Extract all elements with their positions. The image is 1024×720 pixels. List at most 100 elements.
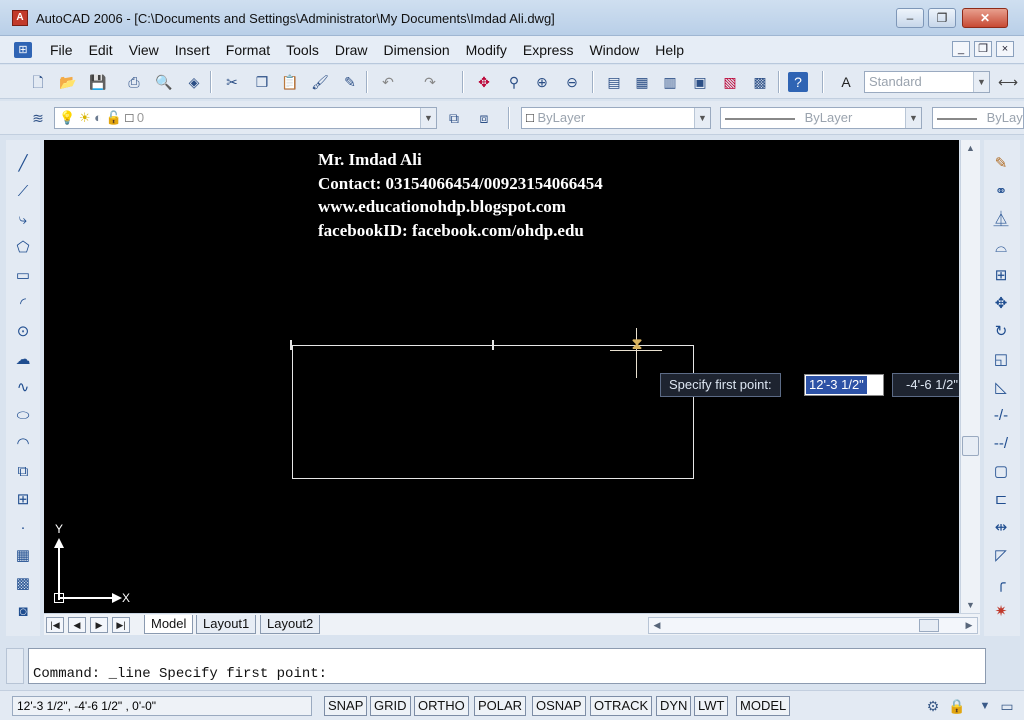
menu-modify[interactable]: Modify (458, 42, 515, 58)
scroll-down-icon[interactable]: ▼ (961, 597, 980, 613)
status-menu-icon[interactable]: ▼ (976, 697, 994, 715)
horizontal-scrollbar[interactable]: ◀ ▶ (648, 617, 978, 634)
minimize-button[interactable]: – (896, 8, 924, 28)
scroll-up-icon[interactable]: ▲ (961, 140, 980, 156)
plot-preview-icon[interactable]: 🔍 (154, 72, 174, 92)
menu-format[interactable]: Format (218, 42, 278, 58)
rotate-icon[interactable]: ↻ (991, 322, 1011, 342)
ortho-toggle[interactable]: ORTHO (414, 696, 469, 716)
undo-icon[interactable]: ↶ (378, 72, 398, 92)
spline-icon[interactable]: ∿ (13, 378, 33, 398)
break-icon[interactable]: ⊏ (991, 490, 1011, 510)
restore-button[interactable]: ❐ (928, 8, 956, 28)
move-icon[interactable]: ✥ (991, 294, 1011, 314)
insert-block-icon[interactable]: ⧉ (13, 462, 33, 482)
coordinate-display[interactable]: 12'-3 1/2", -4'-6 1/2" , 0'-0" (12, 696, 312, 716)
region-icon[interactable]: ◙ (13, 602, 33, 622)
lwt-toggle[interactable]: LWT (694, 696, 729, 716)
line-icon[interactable]: ╱ (13, 154, 33, 174)
doc-minimize-button[interactable]: _ (952, 41, 970, 57)
color-control-select[interactable]: □ ByLayer ▼ (521, 107, 711, 129)
menu-file[interactable]: File (42, 42, 81, 58)
fillet-icon[interactable]: ╭ (991, 574, 1011, 594)
tool-palettes-icon[interactable]: ▥ (660, 72, 680, 92)
model-space-toggle[interactable]: MODEL (736, 696, 791, 716)
tab-layout2[interactable]: Layout2 (260, 615, 321, 634)
grid-toggle[interactable]: GRID (370, 696, 411, 716)
menu-insert[interactable]: Insert (167, 42, 218, 58)
linetype-control-select[interactable]: ByLayer ▼ (720, 107, 922, 129)
clean-screen-icon[interactable]: ▭ (998, 697, 1016, 715)
snap-toggle[interactable]: SNAP (324, 696, 368, 716)
construction-line-icon[interactable]: ⟋ (13, 182, 33, 202)
markup-icon[interactable]: ▧ (720, 72, 740, 92)
make-layer-current-icon[interactable]: ⧉ (444, 108, 464, 128)
menu-help[interactable]: Help (647, 42, 692, 58)
array-icon[interactable]: ⊞ (991, 266, 1011, 286)
layer-freeze-icon[interactable]: ☀ (79, 110, 91, 125)
scroll-right-icon[interactable]: ▶ (961, 618, 977, 633)
chevron-down-icon[interactable]: ▼ (420, 108, 436, 128)
arc-icon[interactable]: ◜ (13, 294, 33, 314)
scale-icon[interactable]: ◱ (991, 350, 1011, 370)
doc-restore-button[interactable]: ❐ (974, 41, 992, 57)
copy-object-icon[interactable]: ⚭ (991, 182, 1011, 202)
make-block-icon[interactable]: ⊞ (13, 490, 33, 510)
menu-tools[interactable]: Tools (278, 42, 327, 58)
offset-icon[interactable]: ⌓ (991, 238, 1011, 258)
polygon-icon[interactable]: ⬠ (13, 238, 33, 258)
lineweight-control-select[interactable]: ByLay (932, 107, 1024, 129)
pan-icon[interactable]: ✥ (474, 72, 494, 92)
previous-tab-icon[interactable]: ◀ (68, 617, 86, 633)
osnap-toggle[interactable]: OSNAP (532, 696, 586, 716)
point-icon[interactable]: · (13, 518, 33, 538)
drawing-area[interactable]: Mr. Imdad Ali Contact: 03154066454/00923… (44, 140, 959, 613)
layer-previous-icon[interactable]: ⧈ (474, 108, 494, 128)
properties-icon[interactable]: ▤ (604, 72, 624, 92)
block-editor-icon[interactable]: ✎ (340, 72, 360, 92)
communication-center-icon[interactable]: ⚙ (924, 697, 942, 715)
erase-icon[interactable]: ✎ (991, 154, 1011, 174)
menu-edit[interactable]: Edit (81, 42, 121, 58)
cut-icon[interactable]: ✂ (222, 72, 242, 92)
toolbar-lock-icon[interactable]: 🔒 (948, 697, 966, 715)
zoom-window-icon[interactable]: ⊕ (532, 72, 552, 92)
tab-layout1[interactable]: Layout1 (196, 615, 257, 634)
new-icon[interactable]: 🗋 (28, 72, 48, 92)
text-style-select[interactable]: Standard ▼ (864, 71, 990, 93)
otrack-toggle[interactable]: OTRACK (590, 696, 653, 716)
layer-lock-icon[interactable]: 🔓 (106, 110, 122, 125)
doc-close-button[interactable]: × (996, 41, 1014, 57)
layer-manager-icon[interactable]: ≋ (28, 108, 48, 128)
document-menu-icon[interactable]: ⊞ (14, 42, 32, 58)
dynamic-input-x-field[interactable]: 12'-3 1/2" (804, 374, 884, 396)
hatch-icon[interactable]: ▦ (13, 546, 33, 566)
ellipse-arc-icon[interactable]: ◠ (13, 434, 33, 454)
chevron-down-icon[interactable]: ▼ (973, 72, 989, 92)
circle-icon[interactable]: ⊙ (13, 322, 33, 342)
ellipse-icon[interactable]: ⬭ (13, 406, 33, 426)
dynamic-input-y-field[interactable]: -4'-6 1/2" (892, 373, 959, 397)
dimension-style-icon[interactable]: ⟷ (998, 72, 1018, 92)
plot-icon[interactable]: ⎙ (124, 72, 144, 92)
vertical-scrollbar[interactable]: ▲ ▼ (960, 140, 980, 613)
help-icon[interactable]: ? (788, 72, 808, 92)
open-icon[interactable]: 📂 (58, 72, 78, 92)
layer-on-icon[interactable]: 💡 (59, 110, 75, 125)
autocad-app-icon[interactable]: A (12, 10, 28, 26)
revision-cloud-icon[interactable]: ☁ (13, 350, 33, 370)
menu-view[interactable]: View (121, 42, 167, 58)
dyn-toggle[interactable]: DYN (656, 696, 692, 716)
close-button[interactable]: ✕ (962, 8, 1008, 28)
next-tab-icon[interactable]: ▶ (90, 617, 108, 633)
layer-control-select[interactable]: 💡 ☀ ◐ 🔓 □ 0 ▼ (54, 107, 437, 129)
copy-icon[interactable]: ❐ (252, 72, 272, 92)
quickcalc-icon[interactable]: ▩ (750, 72, 770, 92)
match-properties-icon[interactable]: 🖌 (310, 72, 330, 92)
chamfer-icon[interactable]: ◸ (991, 546, 1011, 566)
command-window-grip[interactable] (6, 648, 24, 684)
command-line-window[interactable]: Command: _line Specify first point: (28, 648, 986, 684)
zoom-realtime-icon[interactable]: ⚲ (504, 72, 524, 92)
save-icon[interactable]: 💾 (88, 72, 108, 92)
menu-dimension[interactable]: Dimension (376, 42, 458, 58)
